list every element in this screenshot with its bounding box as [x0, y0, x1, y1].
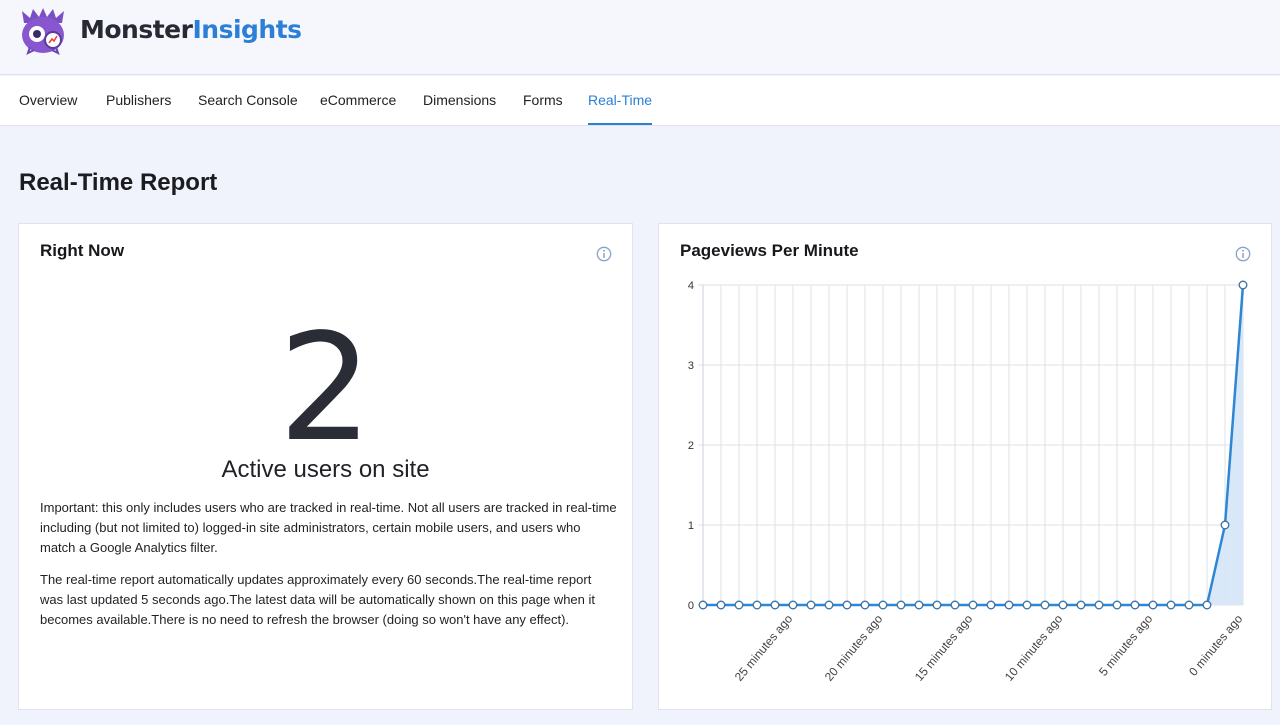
tab-real-time[interactable]: Real-Time	[588, 76, 653, 125]
data-point	[842, 600, 852, 610]
data-point	[716, 600, 726, 610]
tab-forms[interactable]: Forms	[523, 76, 563, 125]
tab-dimensions[interactable]: Dimensions	[423, 76, 496, 125]
data-point	[1112, 600, 1122, 610]
monster-logo-icon	[22, 8, 64, 55]
page-title: Real-Time Report	[19, 169, 218, 196]
data-point	[878, 600, 888, 610]
y-tick-label: 2	[688, 440, 694, 452]
report-tabs: Overview Publishers Search Console eComm…	[0, 76, 1280, 126]
data-point	[1076, 600, 1086, 610]
data-point	[1130, 600, 1140, 610]
x-tick-label: 0 minutes ago	[1186, 612, 1245, 679]
data-point	[734, 600, 744, 610]
tracking-note: Important: this only includes users who …	[40, 500, 617, 555]
info-icon[interactable]	[596, 246, 612, 262]
x-tick-label: 20 minutes ago	[822, 612, 886, 684]
data-point	[1238, 280, 1248, 290]
data-point	[986, 600, 996, 610]
data-point	[1202, 600, 1212, 610]
y-tick-label: 1	[688, 520, 694, 532]
pageviews-card: Pageviews Per Minute 0 1 2 3 4 25 minutes ago…	[658, 223, 1272, 710]
data-point	[788, 600, 798, 610]
tab-publishers[interactable]: Publishers	[106, 76, 171, 125]
update-note: The real-time report automatically updat…	[40, 572, 596, 627]
right-now-title: Right Now	[40, 241, 125, 260]
x-tick-label: 10 minutes ago	[1002, 612, 1066, 684]
data-point	[824, 600, 834, 610]
data-point	[1004, 600, 1014, 610]
data-point	[914, 600, 924, 610]
data-point	[770, 600, 780, 610]
data-point	[698, 600, 708, 610]
y-tick-label: 0	[688, 600, 694, 612]
tab-ecommerce[interactable]: eCommerce	[320, 76, 396, 125]
data-point	[968, 600, 978, 610]
data-point	[950, 600, 960, 610]
active-users-count: 2	[278, 302, 373, 474]
data-point	[1022, 600, 1032, 610]
tab-search-console[interactable]: Search Console	[198, 76, 298, 125]
x-tick-label: 15 minutes ago	[912, 612, 976, 684]
data-point	[1220, 520, 1230, 530]
brand-part-1: Monster	[80, 15, 193, 44]
data-point	[1166, 600, 1176, 610]
brand-part-2: Insights	[192, 15, 302, 44]
data-point	[752, 600, 762, 610]
tab-overview[interactable]: Overview	[19, 76, 77, 125]
right-now-card: Right Now 2 Active users on site Importa…	[18, 223, 633, 710]
pageviews-chart: 0 1 2 3 4 25 minutes ago 20 minutes ago 15 minu…	[688, 280, 1248, 684]
y-tick-label: 4	[688, 280, 694, 292]
x-tick-label: 25 minutes ago	[732, 612, 796, 684]
brand-name: MonsterInsights	[80, 15, 302, 44]
data-point	[1058, 600, 1068, 610]
active-users-label: Active users on site	[221, 456, 430, 483]
data-point	[1094, 600, 1104, 610]
y-tick-label: 3	[688, 360, 694, 372]
data-point	[896, 600, 906, 610]
header-bar: MonsterInsights	[0, 0, 1280, 75]
data-point	[860, 600, 870, 610]
data-point	[932, 600, 942, 610]
data-point	[806, 600, 816, 610]
data-point	[1184, 600, 1194, 610]
data-point	[1040, 600, 1050, 610]
x-tick-label: 5 minutes ago	[1096, 612, 1155, 679]
data-point	[1148, 600, 1158, 610]
